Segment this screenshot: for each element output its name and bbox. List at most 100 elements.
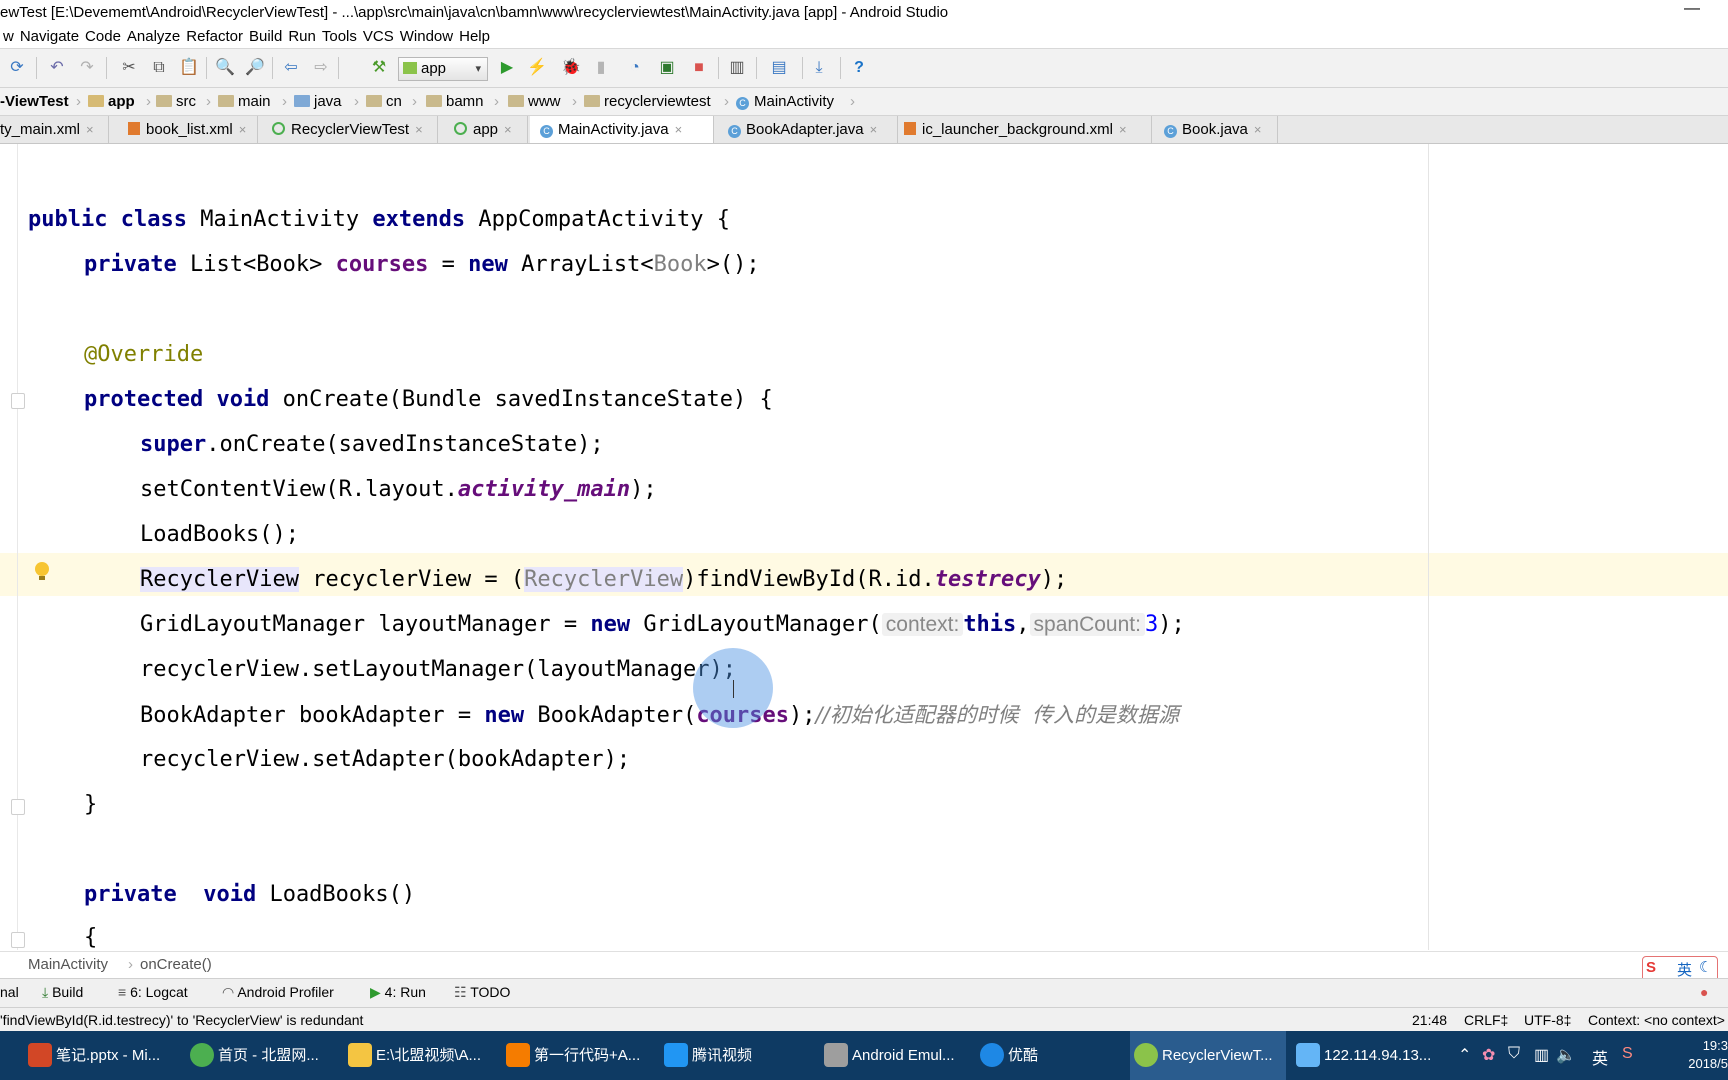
breadcrumb-item-mainactivity[interactable]: C MainActivity (736, 92, 834, 112)
volume-icon[interactable]: 🔈 (1556, 1045, 1576, 1065)
breadcrumb-project[interactable]: -ViewTest (0, 92, 69, 112)
sdk-manager-icon[interactable]: ⤓ (808, 57, 830, 79)
breadcrumb-item-java[interactable]: java (294, 92, 342, 112)
tab-app[interactable]: app × (442, 116, 528, 143)
close-icon[interactable]: × (870, 122, 878, 137)
run-configuration-select[interactable]: app ▾ (398, 57, 488, 81)
module-folder-icon (88, 95, 104, 107)
taskbar-item-emulator[interactable]: Android Emul... (820, 1031, 978, 1080)
menu-analyze[interactable]: Analyze (124, 26, 183, 45)
menu-refactor[interactable]: Refactor (183, 26, 246, 45)
avd-manager-icon[interactable]: ▥ (726, 57, 748, 79)
crumb-class[interactable]: MainActivity (28, 956, 108, 973)
taskbar-item-reader[interactable]: 第一行代码+A... (502, 1031, 660, 1080)
crumb-method[interactable]: onCreate() (140, 956, 212, 973)
menu-code[interactable]: Code (82, 26, 124, 45)
tab-ic-launcher-background-xml[interactable]: ic_launcher_background.xml × (900, 116, 1152, 143)
taskbar-item-remote-desktop[interactable]: 122.114.94.13... (1292, 1031, 1452, 1080)
undo-icon[interactable]: ↶ (46, 57, 68, 79)
tool-window-run[interactable]: ▶ 4: Run (370, 984, 426, 1001)
debug-icon[interactable]: 🐞 (560, 57, 582, 79)
breadcrumb-item-recyclerviewtest[interactable]: recyclerviewtest (584, 92, 711, 112)
keyword: private (84, 252, 177, 277)
menu-run[interactable]: Run (285, 26, 319, 45)
breadcrumb-item-cn[interactable]: cn (366, 92, 402, 112)
breadcrumb-item-app[interactable]: app (88, 92, 135, 112)
breadcrumb-item-bamn[interactable]: bamn (426, 92, 484, 112)
redo-icon[interactable]: ↷ (76, 57, 98, 79)
keyword: private (84, 882, 177, 907)
lightbulb-icon[interactable] (35, 562, 49, 576)
close-icon[interactable]: × (504, 122, 512, 137)
line-separator[interactable]: CRLF‡ (1464, 1012, 1508, 1028)
copy-icon[interactable]: ⧉ (148, 57, 170, 79)
tool-window-build[interactable]: ⤓ Build (42, 984, 83, 1001)
run-icon[interactable]: ▶ (496, 57, 518, 79)
tray-app-icon[interactable]: ✿ (1482, 1045, 1495, 1065)
profile-icon[interactable]: ◔ (624, 57, 646, 79)
caret-position[interactable]: 21:48 (1412, 1012, 1447, 1028)
taskbar-item-explorer[interactable]: E:\北盟视频\A... (344, 1031, 502, 1080)
minimize-button[interactable]: — (1682, 0, 1702, 24)
breadcrumb-item-www[interactable]: www (508, 92, 561, 112)
close-icon[interactable]: × (1254, 122, 1262, 137)
close-icon[interactable]: × (86, 122, 94, 137)
close-icon[interactable]: × (675, 122, 683, 137)
close-icon[interactable]: × (1119, 122, 1127, 137)
tab-mainactivity-java[interactable]: C MainActivity.java × (530, 116, 714, 143)
fold-marker-icon[interactable] (11, 932, 25, 948)
find-icon[interactable]: 🔍 (214, 57, 236, 79)
breadcrumb-separator: › (354, 93, 359, 110)
make-project-icon[interactable]: ⚒ (368, 57, 390, 79)
apply-changes-icon[interactable]: ⚡ (526, 57, 548, 79)
show-hidden-icons-icon[interactable]: ⌃ (1458, 1045, 1471, 1065)
tab-activity-main-xml[interactable]: ty_main.xml × (0, 116, 109, 143)
taskbar-item-youku[interactable]: 优酷 (976, 1031, 1126, 1080)
breadcrumb-item-main[interactable]: main (218, 92, 271, 112)
sync-icon[interactable]: ⟳ (6, 57, 28, 79)
forward-icon[interactable]: ⇨ (310, 57, 332, 79)
menu-tools[interactable]: Tools (319, 26, 360, 45)
project-structure-icon[interactable]: ▤ (768, 57, 790, 79)
tab-book-list-xml[interactable]: book_list.xml × (110, 116, 258, 143)
file-encoding[interactable]: UTF-8‡ (1524, 1012, 1571, 1028)
stop-icon[interactable]: ■ (688, 57, 710, 79)
tool-window-logcat[interactable]: ≡ 6: Logcat (118, 984, 188, 1000)
attach-debugger-icon[interactable]: ▮ (590, 57, 612, 79)
menu-help[interactable]: Help (456, 26, 493, 45)
sogou-tray-icon[interactable]: S (1622, 1045, 1633, 1063)
cut-icon[interactable]: ✂ (118, 57, 140, 79)
ime-tray[interactable]: 英 (1592, 1045, 1608, 1069)
taskbar-item-tencent-video[interactable]: 腾讯视频 (660, 1031, 818, 1080)
fold-marker-icon[interactable] (11, 799, 25, 815)
menu-build[interactable]: Build (246, 26, 285, 45)
taskbar-item-browser[interactable]: 首页 - 北盟网... (186, 1031, 346, 1080)
menu-navigate[interactable]: Navigate (17, 26, 82, 45)
tab-book-java[interactable]: C Book.java × (1154, 116, 1278, 143)
replace-icon[interactable]: 🔎 (244, 57, 266, 79)
breadcrumb-item-src[interactable]: src (156, 92, 196, 112)
menu-vcs[interactable]: VCS (360, 26, 397, 45)
back-icon[interactable]: ⇦ (280, 57, 302, 79)
menu-view[interactable]: w (0, 26, 17, 45)
help-icon[interactable]: ? (848, 57, 870, 79)
taskbar-item-android-studio[interactable]: RecyclerViewT... (1130, 1031, 1286, 1080)
context-indicator[interactable]: Context: <no context> (1588, 1012, 1725, 1028)
tool-window-todo[interactable]: ☷ TODO (454, 984, 510, 1001)
tool-window-profiler[interactable]: ◠ Android Profiler (222, 984, 334, 1001)
tool-window-terminal[interactable]: nal (0, 984, 19, 1000)
taskbar-item-powerpoint[interactable]: 笔记.pptx - Mi... (24, 1031, 184, 1080)
device-icon[interactable]: ▣ (656, 57, 678, 79)
menu-window[interactable]: Window (397, 26, 456, 45)
close-icon[interactable]: × (239, 122, 247, 137)
fold-marker-icon[interactable] (11, 393, 25, 409)
tab-bookadapter-java[interactable]: C BookAdapter.java × (716, 116, 898, 143)
network-icon[interactable]: ▥ (1534, 1045, 1549, 1065)
clock[interactable]: 19:3 2018/5 (1688, 1037, 1728, 1073)
tab-recyclerviewtest[interactable]: RecyclerViewTest × (262, 116, 438, 143)
shield-icon[interactable]: ⛉ (1508, 1045, 1520, 1063)
close-icon[interactable]: × (415, 122, 423, 137)
paste-icon[interactable]: 📋 (178, 57, 200, 79)
breadcrumb-separator: › (412, 93, 417, 110)
event-log-icon[interactable]: ● (1700, 984, 1708, 1000)
